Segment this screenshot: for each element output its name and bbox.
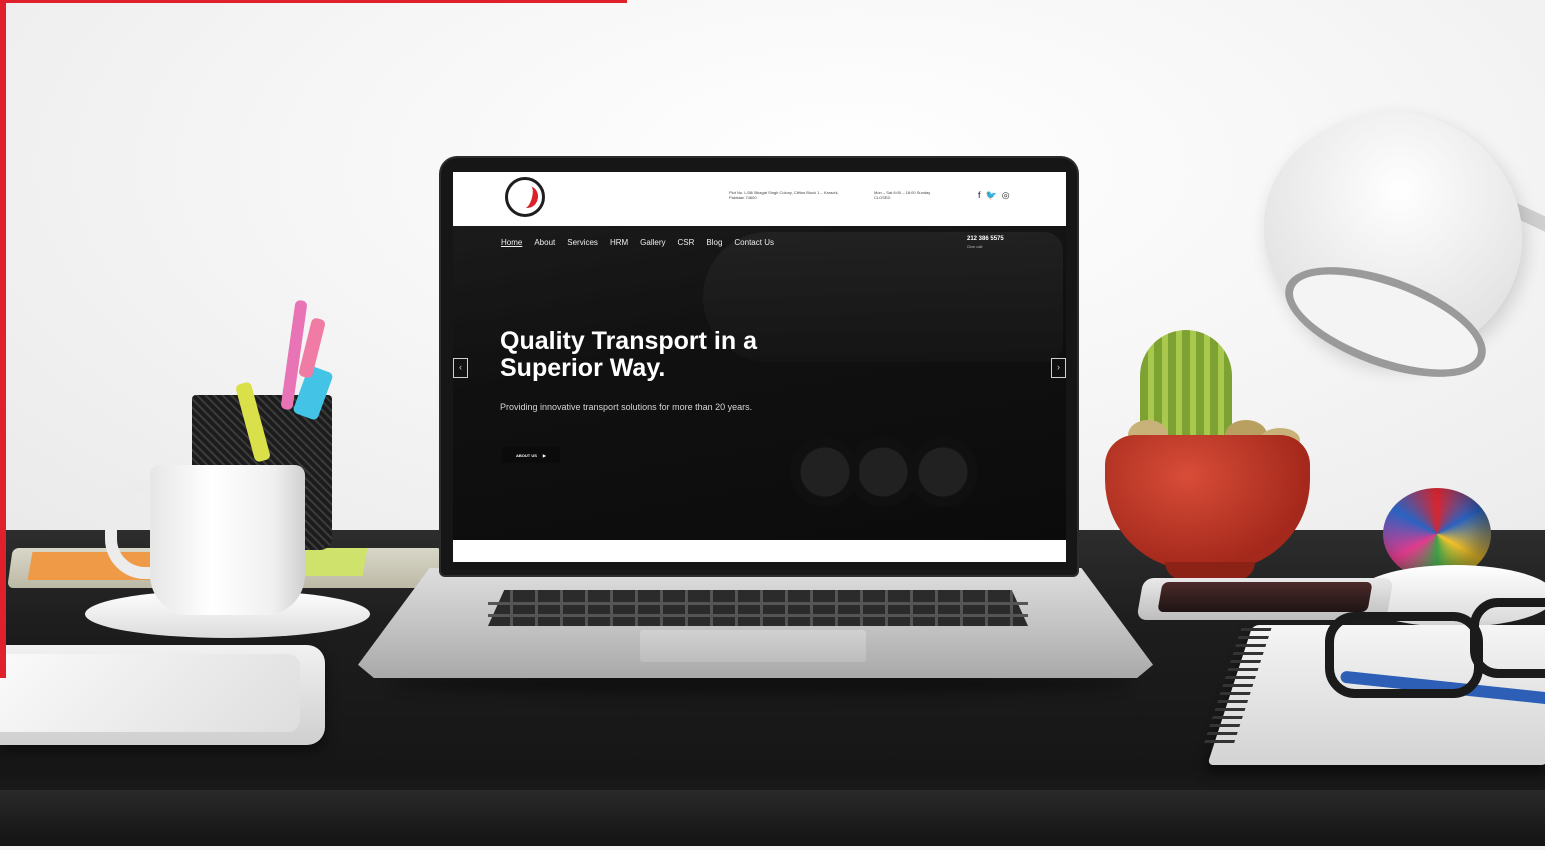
bottom-strip xyxy=(0,846,1545,850)
nav-item-hrm[interactable]: HRM xyxy=(610,238,628,247)
site-topbar: Plot No. L/38/ Bhagat Singh Colony, Clif… xyxy=(453,172,1066,226)
hero-overlay xyxy=(453,226,1066,540)
instagram-icon[interactable]: ◎ xyxy=(1002,190,1010,201)
site-hours: Mon – Sat 8:00 – 18:00 Sunday CLOSED xyxy=(874,190,931,200)
nav-item-gallery[interactable]: Gallery xyxy=(640,238,665,247)
about-us-button[interactable]: ABOUT US ▶ xyxy=(502,447,560,463)
site-address: Plot No. L/38/ Bhagat Singh Colony, Clif… xyxy=(729,190,839,200)
keyboard-row-gap xyxy=(488,602,1028,605)
twitter-icon[interactable]: 🐦 xyxy=(986,190,997,201)
nav-item-services[interactable]: Services xyxy=(567,238,598,247)
chevron-right-icon[interactable]: › xyxy=(1051,358,1066,378)
site-nav: Home About Services HRM Gallery CSR Blog… xyxy=(501,238,774,247)
laptop-trackpad xyxy=(640,630,866,662)
keyboard-row-gap xyxy=(488,614,1028,617)
nav-item-contact-us[interactable]: Contact Us xyxy=(734,238,774,247)
social-links: f 🐦 ◎ xyxy=(978,190,1010,201)
tablet-screen xyxy=(0,654,300,732)
coffee-cup xyxy=(150,465,305,615)
laptop-keyboard xyxy=(488,590,1028,626)
hero-title: Quality Transport in a Superior Way. xyxy=(500,327,757,382)
desk-edge xyxy=(0,790,1545,850)
site-bottom-section xyxy=(453,540,1066,562)
site-phone-number[interactable]: 212 386 5575 xyxy=(967,236,1004,242)
smartphone-screen xyxy=(1157,582,1373,612)
red-swoosh-logo-icon[interactable] xyxy=(505,177,545,217)
glasses-lens-right xyxy=(1470,598,1545,678)
play-arrow-icon: ▶ xyxy=(542,452,546,458)
nav-item-home[interactable]: Home xyxy=(501,238,522,247)
laptop-screen: Plot No. L/38/ Bhagat Singh Colony, Clif… xyxy=(453,172,1066,562)
chevron-left-icon[interactable]: ‹ xyxy=(453,358,468,378)
facebook-icon[interactable]: f xyxy=(978,190,981,201)
site-phone-sub: Give call xyxy=(967,244,983,249)
nav-item-about[interactable]: About xyxy=(534,238,555,247)
about-us-button-label: ABOUT US xyxy=(516,452,537,458)
hero-text: Providing innovative transport solutions… xyxy=(500,402,753,412)
nav-item-blog[interactable]: Blog xyxy=(706,238,722,247)
accent-line-top xyxy=(0,0,627,3)
photo-frame: Plot No. L/38/ Bhagat Singh Colony, Clif… xyxy=(0,0,1545,850)
nav-item-csr[interactable]: CSR xyxy=(678,238,695,247)
accent-line-left xyxy=(0,0,6,678)
glasses-lens-left xyxy=(1325,612,1483,698)
